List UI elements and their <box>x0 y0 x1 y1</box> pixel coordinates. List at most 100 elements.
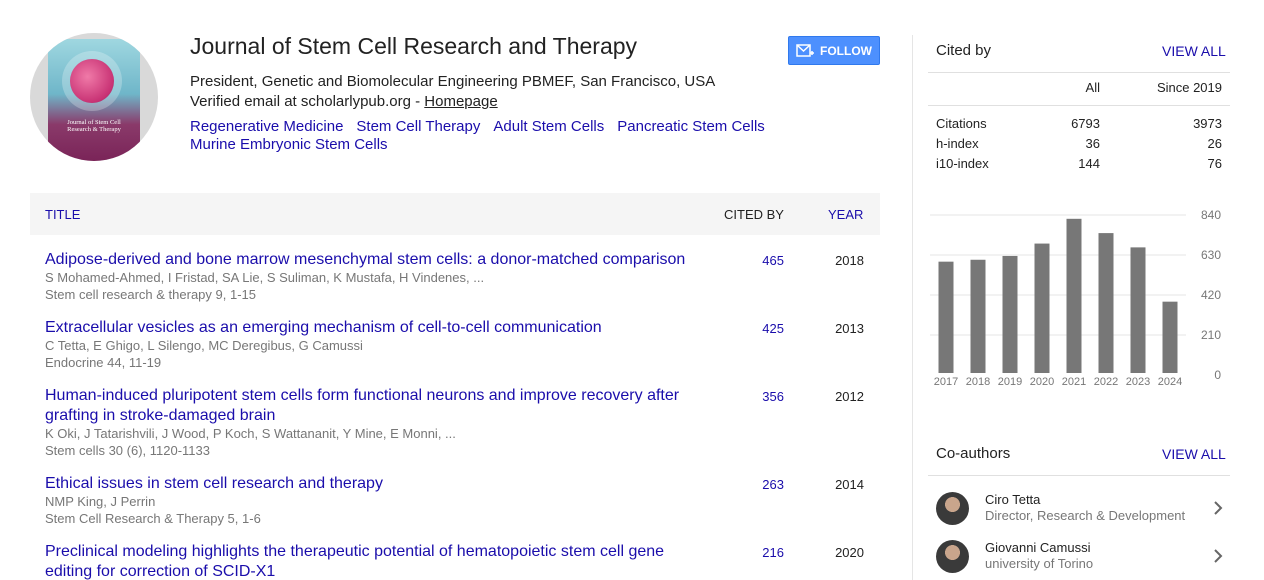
stat-since: 26 <box>1207 136 1222 151</box>
sort-by-year[interactable]: YEAR <box>828 207 863 222</box>
x-tick-label: 2018 <box>966 376 990 388</box>
stat-label: Citations <box>936 116 987 131</box>
col-all-header: All <box>1085 80 1100 95</box>
coauthor-affiliation: university of Torino <box>985 556 1094 571</box>
interest-link[interactable]: Murine Embryonic Stem Cells <box>190 136 388 154</box>
coauthor-item[interactable]: Giovanni Camussi university of Torino <box>936 540 1226 580</box>
y-tick-label: 0 <box>1214 368 1221 382</box>
table-row: Preclinical modeling highlights the ther… <box>30 542 880 580</box>
follow-label: FOLLOW <box>820 43 872 58</box>
email-text: Verified email at scholarlypub.org - <box>190 93 425 110</box>
publication-venue: Endocrine 44, 11-19 <box>45 355 162 370</box>
publication-authors: S Mohamed-Ahmed, I Fristad, SA Lie, S Su… <box>45 270 485 285</box>
coauthor-name[interactable]: Giovanni Camussi <box>985 540 1091 555</box>
publication-title[interactable]: Preclinical modeling highlights the ther… <box>45 542 695 580</box>
coauthor-avatar <box>936 540 969 573</box>
publication-year: 2018 <box>835 253 864 268</box>
stat-since: 76 <box>1207 156 1222 171</box>
publication-title[interactable]: Human-induced pluripotent stem cells for… <box>45 386 695 426</box>
follow-button[interactable]: FOLLOW <box>788 36 880 65</box>
stat-all: 6793 <box>1071 116 1100 131</box>
research-interests: Regenerative Medicine Stem Cell Therapy Ad… <box>190 118 810 154</box>
stats-row: Citations 6793 3973 <box>936 116 1222 136</box>
y-tick-label: 210 <box>1201 328 1221 342</box>
cover-text: Journal of Stem Cell Research & Therapy <box>67 119 121 133</box>
bar-2020[interactable] <box>1034 243 1050 373</box>
coauthor-name[interactable]: Ciro Tetta <box>985 492 1040 507</box>
x-tick-label: 2020 <box>1030 376 1054 388</box>
stat-label: h-index <box>936 136 979 151</box>
coauthors-view-all[interactable]: VIEW ALL <box>1162 446 1226 462</box>
cited-by-header[interactable]: CITED BY <box>724 207 784 222</box>
cited-by-title: Cited by <box>936 42 992 59</box>
table-row: Human-induced pluripotent stem cells for… <box>30 386 880 474</box>
cited-by-view-all[interactable]: VIEW ALL <box>1162 43 1226 59</box>
table-row: Ethical issues in stem cell research and… <box>30 474 880 542</box>
publication-title[interactable]: Ethical issues in stem cell research and… <box>45 474 695 494</box>
profile-email: Verified email at scholarlypub.org - Hom… <box>190 93 498 110</box>
table-row: Extracellular vesicles as an emerging me… <box>30 318 880 386</box>
citation-count[interactable]: 425 <box>730 321 784 336</box>
citations-per-year-chart: 840 630 420 210 0 2017 2018 2019 2020 2021 2022 202… <box>930 208 1221 388</box>
stem-cell-illustration <box>70 59 114 103</box>
citation-count[interactable]: 465 <box>730 253 784 268</box>
y-tick-label: 420 <box>1201 288 1221 302</box>
homepage-link[interactable]: Homepage <box>424 93 497 110</box>
x-tick-label: 2024 <box>1158 376 1182 388</box>
envelope-icon <box>796 43 814 57</box>
profile-name: Journal of Stem Cell Research and Therap… <box>190 33 638 59</box>
stat-all: 36 <box>1085 136 1100 151</box>
interest-link[interactable]: Stem Cell Therapy <box>356 118 480 136</box>
interest-link[interactable]: Pancreatic Stem Cells <box>617 118 765 136</box>
publication-year: 2020 <box>835 545 864 560</box>
divider <box>928 72 1230 73</box>
profile-affiliation: President, Genetic and Biomolecular Engi… <box>190 73 716 90</box>
interest-link[interactable]: Regenerative Medicine <box>190 118 343 136</box>
x-tick-label: 2019 <box>998 376 1022 388</box>
citation-count[interactable]: 216 <box>730 545 784 560</box>
coauthor-affiliation: Director, Research & Development <box>985 508 1186 523</box>
coauthor-avatar <box>936 492 969 525</box>
x-tick-label: 2021 <box>1062 376 1086 388</box>
journal-cover-image: Journal of Stem Cell Research & Therapy <box>48 39 140 161</box>
divider <box>928 105 1230 106</box>
x-tick-label: 2022 <box>1094 376 1118 388</box>
interest-link[interactable]: Adult Stem Cells <box>493 118 604 136</box>
publication-year: 2014 <box>835 477 864 492</box>
bar-2023[interactable] <box>1130 247 1146 373</box>
sidebar-divider <box>912 35 913 580</box>
coauthor-item[interactable]: Ciro Tetta Director, Research & Developm… <box>936 492 1226 532</box>
profile-avatar: Journal of Stem Cell Research & Therapy <box>30 33 158 161</box>
col-since-header: Since 2019 <box>1156 80 1222 95</box>
bar-2024[interactable] <box>1162 301 1178 373</box>
bar-2022[interactable] <box>1098 233 1114 373</box>
bar-2021[interactable] <box>1066 218 1082 373</box>
publication-title[interactable]: Extracellular vesicles as an emerging me… <box>45 318 695 338</box>
stat-label: i10-index <box>936 156 989 171</box>
publication-venue: Stem Cell Research & Therapy 5, 1-6 <box>45 511 261 526</box>
publication-venue: Stem cells 30 (6), 1120-1133 <box>45 443 210 458</box>
bar-2017[interactable] <box>938 261 954 373</box>
chevron-right-icon[interactable] <box>1212 548 1224 564</box>
publication-year: 2012 <box>835 389 864 404</box>
publication-authors: K Oki, J Tatarishvili, J Wood, P Koch, S… <box>45 426 456 441</box>
stat-since: 3973 <box>1193 116 1222 131</box>
sort-by-title[interactable]: TITLE <box>45 207 80 222</box>
publication-venue: Stem cell research & therapy 9, 1-15 <box>45 287 256 302</box>
bar-2018[interactable] <box>970 259 986 373</box>
coauthors-title: Co-authors <box>936 445 1011 462</box>
publication-authors: C Tetta, E Ghigo, L Silengo, MC Deregibu… <box>45 338 363 353</box>
divider <box>928 475 1230 476</box>
bar-2019[interactable] <box>1002 255 1018 373</box>
x-tick-label: 2023 <box>1126 376 1150 388</box>
citation-count[interactable]: 356 <box>730 389 784 404</box>
y-tick-label: 630 <box>1201 248 1221 262</box>
citation-count[interactable]: 263 <box>730 477 784 492</box>
stats-row: i10-index 144 76 <box>936 156 1222 176</box>
publication-title[interactable]: Adipose-derived and bone marrow mesenchy… <box>45 250 695 270</box>
table-row: Adipose-derived and bone marrow mesenchy… <box>30 250 880 318</box>
table-header: TITLE CITED BY YEAR <box>30 193 880 235</box>
stats-row: h-index 36 26 <box>936 136 1222 156</box>
stat-all: 144 <box>1078 156 1100 171</box>
chevron-right-icon[interactable] <box>1212 500 1224 516</box>
